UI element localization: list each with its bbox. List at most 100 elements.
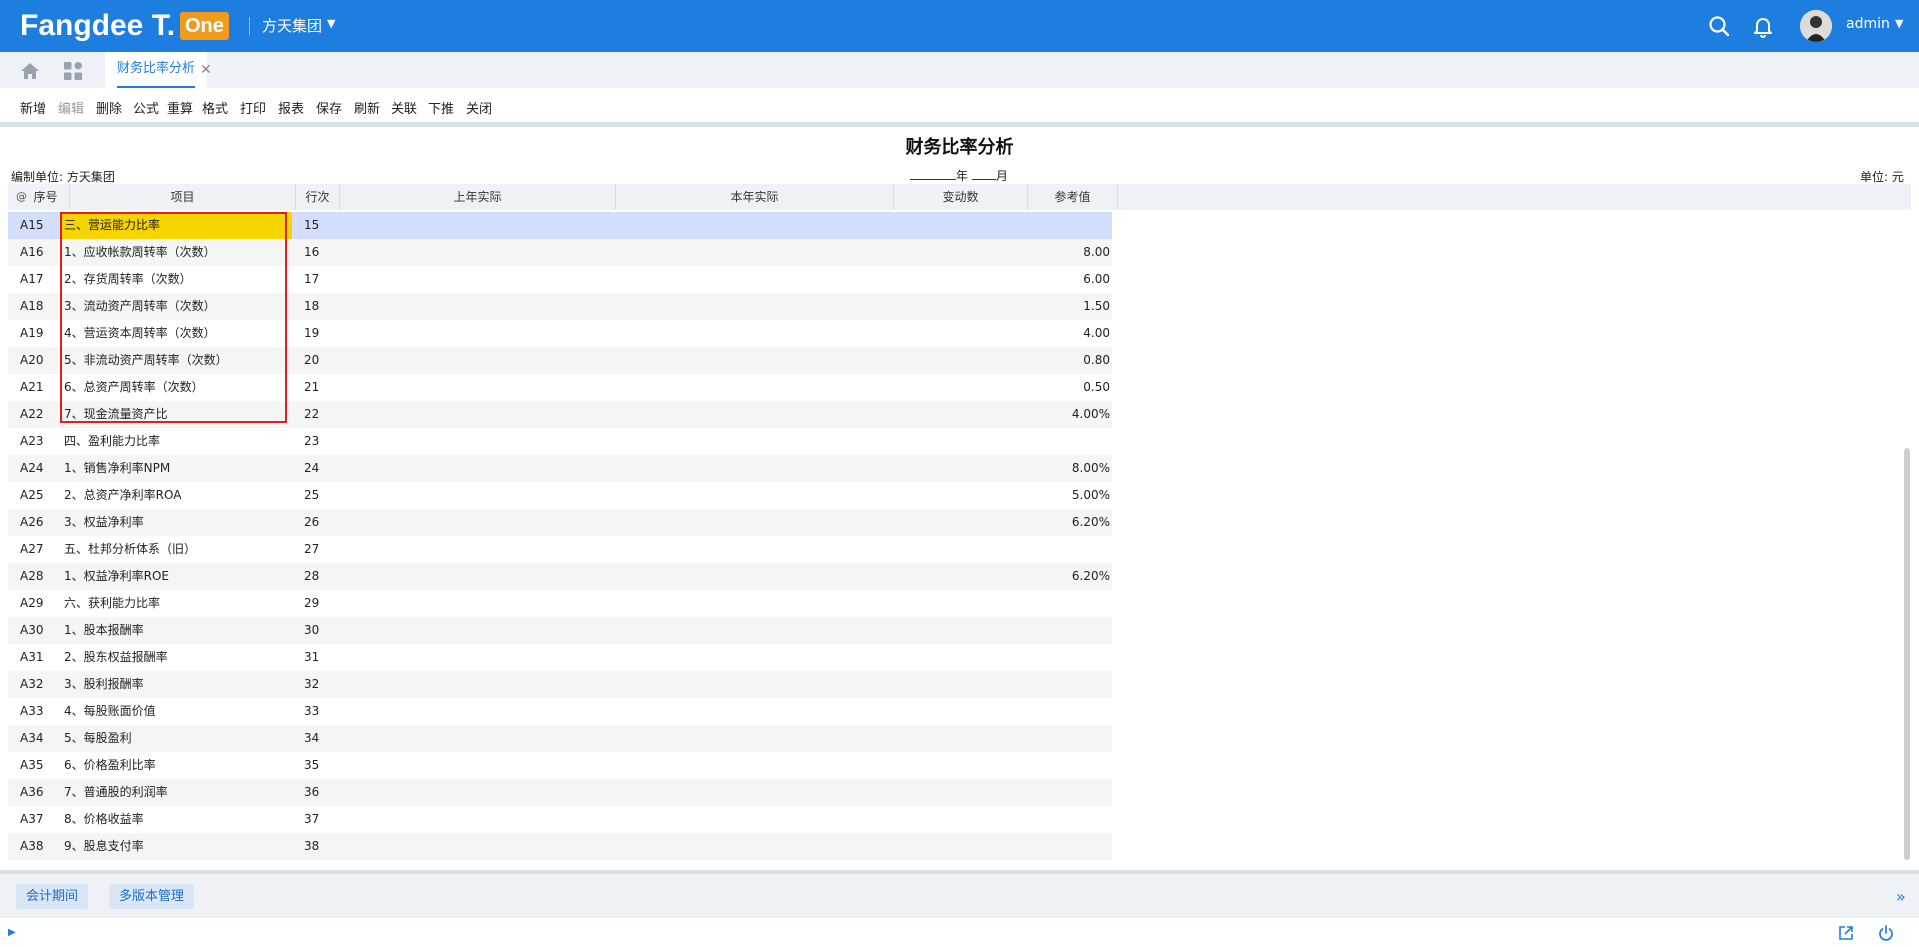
row-reference[interactable] (1008, 833, 1110, 860)
version-management-button[interactable]: 多版本管理 (109, 884, 195, 909)
scrollbar-thumb[interactable] (1904, 448, 1910, 860)
tab-financial-ratio[interactable]: 财务比率分析 (105, 52, 208, 88)
user-name[interactable]: admin (1846, 16, 1890, 32)
table-row[interactable]: A28 1、权益净利率ROE 28 6.20% (8, 563, 1112, 590)
row-item[interactable]: 9、股息支付率 (60, 833, 292, 860)
table-row[interactable]: A30 1、股本报酬率 30 (8, 617, 1112, 644)
toolbar-edit-button[interactable]: 编辑 (58, 98, 84, 117)
brand-logo[interactable]: Fangdee T. (20, 8, 175, 44)
toolbar-report-button[interactable]: 报表 (278, 98, 304, 117)
table-row[interactable]: A26 3、权益净利率 26 6.20% (8, 509, 1112, 536)
column-header-prior[interactable]: 上年实际 (340, 184, 616, 210)
row-item[interactable]: 1、权益净利率ROE (60, 563, 292, 590)
toolbar-recalc-button[interactable]: 重算 (167, 98, 193, 117)
close-icon[interactable]: ✕ (200, 62, 212, 78)
row-reference[interactable]: 4.00 (1008, 320, 1110, 347)
column-header-item[interactable]: 项目 (70, 184, 296, 210)
row-item[interactable]: 1、销售净利率NPM (60, 455, 292, 482)
row-reference[interactable] (1008, 536, 1110, 563)
toolbar-refresh-button[interactable]: 刷新 (354, 98, 380, 117)
toolbar-close-button[interactable]: 关闭 (466, 98, 492, 117)
home-icon[interactable] (20, 61, 40, 81)
row-reference[interactable]: 6.00 (1008, 266, 1110, 293)
app-grid-icon[interactable] (63, 61, 83, 81)
row-item[interactable]: 8、价格收益率 (60, 806, 292, 833)
row-item[interactable]: 5、每股盈利 (60, 725, 292, 752)
search-icon[interactable] (1707, 14, 1731, 38)
table-row[interactable]: A34 5、每股盈利 34 (8, 725, 1112, 752)
column-header-change[interactable]: 变动数 (894, 184, 1028, 210)
accounting-period-button[interactable]: 会计期间 (16, 884, 89, 909)
row-item[interactable]: 2、股东权益报酬率 (60, 644, 292, 671)
row-reference[interactable] (1008, 806, 1110, 833)
table-row[interactable]: A37 8、价格收益率 37 (8, 806, 1112, 833)
external-link-icon[interactable] (1837, 924, 1855, 942)
row-item[interactable]: 2、总资产净利率ROA (60, 482, 292, 509)
expand-right-icon[interactable]: » (1896, 887, 1906, 906)
table-row[interactable]: A27 五、杜邦分析体系（旧） 27 (8, 536, 1112, 563)
toolbar-new-button[interactable]: 新增 (20, 98, 46, 117)
row-reference[interactable] (1008, 725, 1110, 752)
row-reference[interactable]: 5.00% (1008, 482, 1110, 509)
table-row[interactable]: A35 6、价格盈利比率 35 (8, 752, 1112, 779)
row-reference[interactable]: 0.80 (1008, 347, 1110, 374)
row-item[interactable]: 五、杜邦分析体系（旧） (60, 536, 292, 563)
row-item[interactable]: 1、股本报酬率 (60, 617, 292, 644)
year-label: 年 (956, 169, 969, 183)
toolbar-print-button[interactable]: 打印 (240, 98, 266, 117)
org-switcher[interactable]: 方天集团 (262, 16, 322, 36)
avatar[interactable] (1800, 10, 1832, 42)
column-header-line[interactable]: 行次 (296, 184, 340, 210)
row-reference[interactable] (1008, 752, 1110, 779)
table-row[interactable]: A29 六、获利能力比率 29 (8, 590, 1112, 617)
table-row[interactable]: A36 7、普通股的利润率 36 (8, 779, 1112, 806)
toolbar-formula-button[interactable]: 公式 (133, 98, 159, 117)
row-reference[interactable] (1008, 671, 1110, 698)
triangle-right-icon[interactable]: ▶ (8, 927, 16, 938)
row-reference[interactable] (1008, 617, 1110, 644)
row-item[interactable]: 7、普通股的利润率 (60, 779, 292, 806)
row-item[interactable]: 4、每股账面价值 (60, 698, 292, 725)
column-header-reference[interactable]: 参考值 (1028, 184, 1118, 210)
table-row[interactable]: A23 四、盈利能力比率 23 (8, 428, 1112, 455)
column-header-seq[interactable]: 序号 (22, 184, 70, 210)
row-reference[interactable]: 6.20% (1008, 563, 1110, 590)
row-reference[interactable]: 8.00 (1008, 239, 1110, 266)
row-reference[interactable]: 6.20% (1008, 509, 1110, 536)
toolbar-link-button[interactable]: 关联 (391, 98, 417, 117)
table-row[interactable]: A38 9、股息支付率 38 (8, 833, 1112, 860)
row-item[interactable]: 3、股利报酬率 (60, 671, 292, 698)
year-field[interactable] (910, 168, 956, 180)
row-reference[interactable] (1008, 644, 1110, 671)
table-row[interactable]: A33 4、每股账面价值 33 (8, 698, 1112, 725)
month-field[interactable] (971, 168, 996, 180)
column-header-current[interactable]: 本年实际 (616, 184, 894, 210)
row-line: 16 (304, 245, 320, 259)
table-row[interactable]: A31 2、股东权益报酬率 31 (8, 644, 1112, 671)
toolbar-pushdown-button[interactable]: 下推 (428, 98, 454, 117)
row-reference[interactable]: 0.50 (1008, 374, 1110, 401)
table-row[interactable]: A32 3、股利报酬率 32 (8, 671, 1112, 698)
currency-unit: 单位: 元 (1860, 170, 1904, 184)
row-item[interactable]: 6、价格盈利比率 (60, 752, 292, 779)
toolbar-save-button[interactable]: 保存 (316, 98, 342, 117)
row-reference[interactable]: 8.00% (1008, 455, 1110, 482)
row-item[interactable]: 四、盈利能力比率 (60, 428, 292, 455)
power-icon[interactable] (1877, 924, 1895, 942)
row-reference[interactable]: 4.00% (1008, 401, 1110, 428)
table-row[interactable]: A25 2、总资产净利率ROA 25 5.00% (8, 482, 1112, 509)
toolbar-format-button[interactable]: 格式 (202, 98, 228, 117)
table-row[interactable]: A24 1、销售净利率NPM 24 8.00% (8, 455, 1112, 482)
row-reference[interactable] (1008, 590, 1110, 617)
row-reference[interactable]: 1.50 (1008, 293, 1110, 320)
bell-icon[interactable] (1751, 14, 1775, 38)
row-item[interactable]: 六、获利能力比率 (60, 590, 292, 617)
chevron-down-icon[interactable]: ▼ (1895, 17, 1903, 30)
chevron-down-icon[interactable]: ▼ (327, 17, 335, 30)
row-reference[interactable] (1008, 428, 1110, 455)
row-reference[interactable] (1008, 698, 1110, 725)
row-reference[interactable] (1008, 212, 1110, 239)
row-reference[interactable] (1008, 779, 1110, 806)
toolbar-delete-button[interactable]: 删除 (96, 98, 122, 117)
row-item[interactable]: 3、权益净利率 (60, 509, 292, 536)
